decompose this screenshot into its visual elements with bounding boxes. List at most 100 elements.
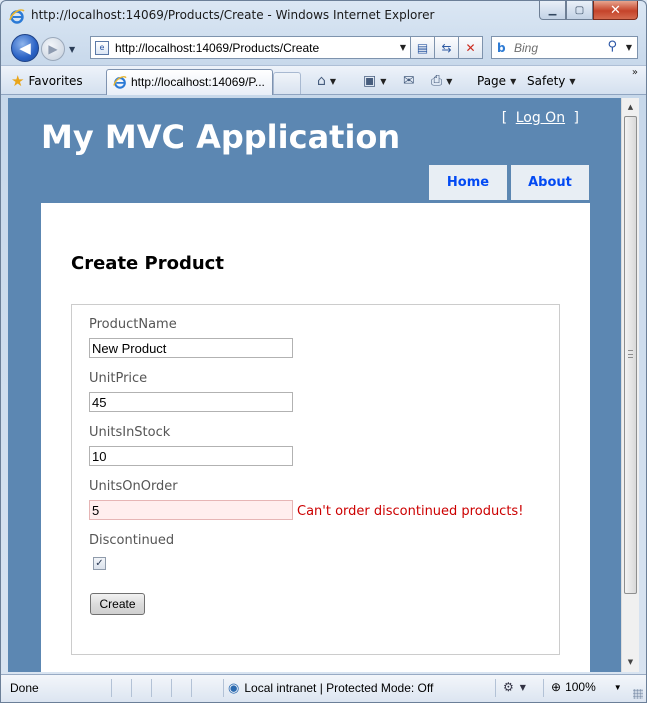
- forward-arrow-icon: ▶: [48, 42, 58, 56]
- page-heading: Create Product: [71, 253, 224, 274]
- printer-icon: ⎙: [431, 73, 443, 89]
- stop-button[interactable]: ✕: [459, 36, 483, 59]
- close-button[interactable]: ✕: [593, 1, 638, 20]
- feeds-command[interactable]: ▣ ▼: [363, 71, 386, 91]
- units-on-order-input[interactable]: [89, 500, 293, 520]
- search-options-dropdown-icon[interactable]: ▼: [626, 43, 632, 52]
- address-tools: ▤ ⇆ ✕: [411, 36, 483, 59]
- navigation-bar: ◀ ▶ ▼ e http://localhost:14069/Products/…: [1, 31, 646, 65]
- mail-icon: ✉: [403, 73, 415, 89]
- home-command[interactable]: ⌂ ▼: [317, 71, 336, 91]
- address-input[interactable]: http://localhost:14069/Products/Create: [115, 41, 319, 55]
- home-dropdown-icon[interactable]: ▼: [330, 77, 336, 86]
- status-divider: [151, 679, 152, 697]
- resize-grip-icon[interactable]: [633, 689, 643, 699]
- favorites-command-bar: ★ Favorites http://localhost:14069/P... …: [1, 65, 646, 95]
- main-content: Create Product ProductName UnitPrice Uni…: [41, 203, 590, 672]
- unit-price-label: UnitPrice: [89, 371, 148, 386]
- address-bar[interactable]: e http://localhost:14069/Products/Create…: [90, 36, 411, 59]
- protected-mode-tools[interactable]: ⚙ ▼: [503, 680, 526, 694]
- minimize-icon: ▁: [548, 4, 557, 16]
- product-name-label: ProductName: [89, 317, 177, 332]
- browser-window: http://localhost:14069/Products/Create -…: [0, 0, 647, 703]
- log-on-link[interactable]: Log On: [516, 110, 565, 126]
- print-dropdown-icon[interactable]: ▼: [446, 77, 452, 86]
- rss-feed-icon: ▣: [363, 73, 377, 89]
- tools-gear-icon: ⚙: [503, 680, 514, 694]
- create-button[interactable]: Create: [90, 593, 145, 615]
- intranet-globe-icon: ◉: [228, 680, 240, 695]
- login-display: [ Log On ]: [502, 110, 579, 126]
- security-zone[interactable]: ◉ Local intranet | Protected Mode: Off: [228, 680, 433, 696]
- login-open-bracket: [: [501, 110, 508, 126]
- stop-icon: ✕: [465, 40, 476, 55]
- status-divider: [171, 679, 172, 697]
- status-text: Done: [10, 681, 39, 695]
- unit-price-input[interactable]: [89, 392, 293, 412]
- status-divider: [495, 679, 496, 697]
- refresh-icon: ⇆: [441, 40, 452, 55]
- browser-tab[interactable]: http://localhost:14069/P...: [106, 69, 273, 95]
- status-divider: [223, 679, 224, 697]
- read-mail-command[interactable]: ✉: [403, 71, 415, 91]
- address-dropdown-icon[interactable]: ▼: [400, 43, 406, 52]
- vertical-scrollbar[interactable]: ▲ ▼: [621, 98, 639, 672]
- discontinued-label: Discontinued: [89, 533, 175, 548]
- close-icon: ✕: [610, 2, 621, 18]
- safety-menu-label: Safety: [527, 74, 566, 88]
- scroll-up-arrow-icon[interactable]: ▲: [622, 99, 639, 115]
- product-name-input[interactable]: [89, 338, 293, 358]
- menu-item-home[interactable]: Home: [429, 165, 507, 200]
- zoom-dropdown-icon: ▼: [613, 682, 622, 692]
- page-icon: e: [95, 41, 109, 55]
- bing-logo-icon: b: [497, 41, 506, 55]
- menu-item-about[interactable]: About: [511, 165, 589, 200]
- search-placeholder: Bing: [514, 41, 539, 55]
- main-menu: Home About: [429, 165, 589, 200]
- safety-menu[interactable]: Safety ▼: [527, 71, 576, 91]
- zoom-control[interactable]: ⊕ 100% ▼: [551, 680, 622, 694]
- forward-button[interactable]: ▶: [41, 37, 65, 61]
- feeds-dropdown-icon[interactable]: ▼: [380, 77, 386, 86]
- search-box[interactable]: b Bing ⚲ ▼: [491, 36, 638, 59]
- favorites-star-icon: ★: [11, 72, 25, 90]
- product-form-fieldset: ProductName UnitPrice UnitsInStock Units…: [71, 304, 560, 655]
- ie-logo-icon: [9, 9, 25, 24]
- scrollbar-grip-icon: [628, 350, 633, 358]
- page-menu-dropdown-icon: ▼: [510, 76, 517, 86]
- units-on-order-label: UnitsOnOrder: [89, 479, 178, 494]
- maximize-icon: ▢: [574, 4, 585, 16]
- scrollbar-thumb[interactable]: [624, 116, 637, 594]
- recent-pages-dropdown[interactable]: ▼: [69, 45, 75, 54]
- status-divider: [131, 679, 132, 697]
- site-title: My MVC Application: [41, 118, 401, 156]
- page-menu-label: Page: [477, 74, 507, 88]
- minimize-button[interactable]: ▁: [539, 1, 566, 20]
- tab-ie-icon: [113, 76, 127, 89]
- units-in-stock-input[interactable]: [89, 446, 293, 466]
- discontinued-checkbox[interactable]: ✓: [93, 557, 106, 570]
- caption-buttons: ▁ ▢ ✕: [539, 1, 638, 21]
- search-icon[interactable]: ⚲: [607, 39, 617, 54]
- maximize-button[interactable]: ▢: [566, 1, 593, 20]
- more-commands-chevron[interactable]: »: [632, 67, 638, 78]
- zoom-magnifier-icon: ⊕: [551, 680, 562, 694]
- page-menu[interactable]: Page ▼: [477, 71, 516, 91]
- print-command[interactable]: ⎙ ▼: [431, 71, 452, 91]
- status-divider: [191, 679, 192, 697]
- security-zone-label: Local intranet | Protected Mode: Off: [244, 681, 434, 695]
- scroll-down-arrow-icon[interactable]: ▼: [622, 654, 639, 670]
- window-title: http://localhost:14069/Products/Create -…: [31, 8, 435, 22]
- favorites-label: Favorites: [28, 74, 83, 88]
- new-tab-button[interactable]: [273, 72, 301, 94]
- home-icon: ⌂: [317, 73, 326, 89]
- units-on-order-error: Can't order discontinued products!: [297, 504, 524, 519]
- login-close-bracket: ]: [573, 110, 579, 126]
- favorites-button[interactable]: ★ Favorites: [7, 70, 91, 92]
- checkmark-icon: ✓: [95, 558, 104, 569]
- back-button[interactable]: ◀: [11, 34, 39, 62]
- compatibility-view-button[interactable]: ▤: [411, 36, 435, 59]
- title-bar: http://localhost:14069/Products/Create -…: [1, 1, 646, 31]
- refresh-button[interactable]: ⇆: [435, 36, 459, 59]
- compatibility-icon: ▤: [416, 40, 429, 55]
